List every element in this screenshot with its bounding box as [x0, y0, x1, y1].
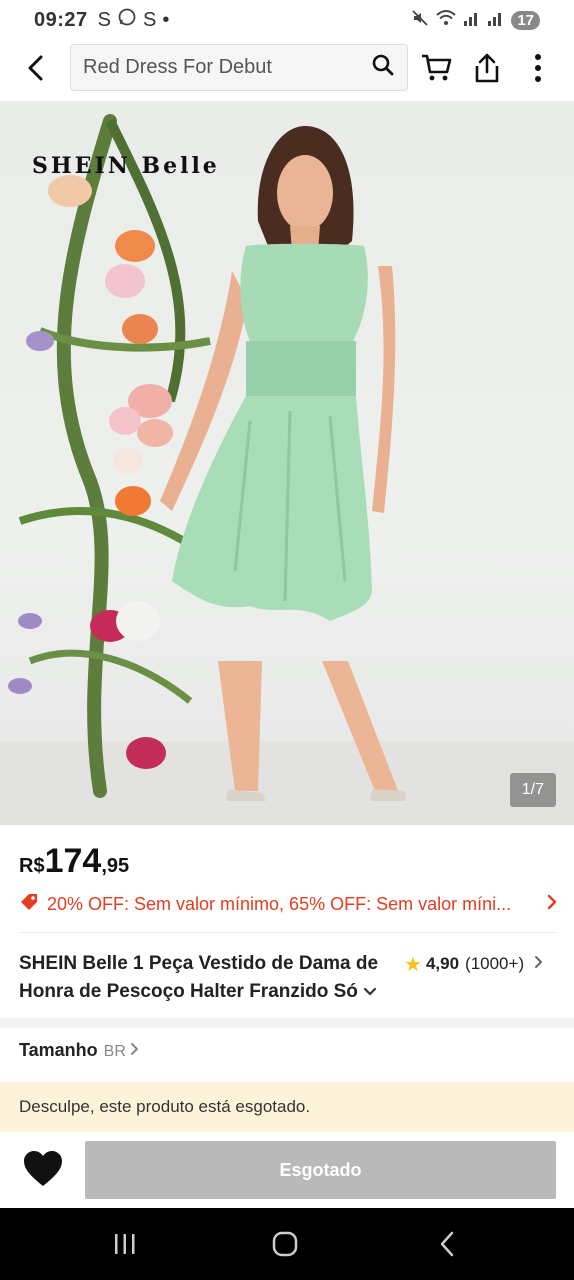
brand-logo: SHEIN Belle	[32, 153, 220, 179]
size-unit: BR	[103, 1043, 126, 1060]
recent-apps-icon	[115, 1234, 135, 1254]
battery-indicator: 17	[511, 10, 540, 30]
home-icon	[272, 1231, 298, 1257]
dot-icon: •	[162, 8, 170, 31]
status-left-icons: S S •	[98, 7, 170, 33]
promo-text: 20% OFF: Sem valor mínimo, 65% OFF: Sem …	[47, 893, 512, 914]
price-integer: 174	[44, 842, 102, 880]
cart-button[interactable]	[418, 50, 454, 86]
chevron-right-icon	[534, 954, 543, 974]
back-arrow-icon	[28, 55, 43, 81]
chevron-right-icon	[547, 894, 557, 915]
rating-count: (1000+)	[465, 954, 525, 973]
share-button[interactable]	[469, 50, 505, 86]
sold-out-notice: Desculpe, este produto está esgotado.	[0, 1082, 574, 1132]
size-selector-header[interactable]: Tamanho BR	[19, 1040, 139, 1061]
price-currency: R$	[19, 855, 45, 877]
sold-out-notice-text: Desculpe, este produto está esgotado.	[19, 1097, 311, 1116]
chevron-right-icon	[130, 1040, 139, 1061]
s-app-icon: S	[97, 8, 111, 31]
recent-apps-button[interactable]	[105, 1228, 145, 1260]
model-figure	[160, 126, 406, 801]
rating-score: 4,90	[425, 954, 460, 973]
size-label: Tamanho	[19, 1040, 98, 1060]
top-header: Red Dress For Debut	[0, 44, 574, 92]
tag-icon	[19, 892, 39, 917]
section-separator	[0, 1018, 574, 1028]
cart-icon	[422, 54, 452, 81]
status-bar: 09:27 S S • 17	[0, 0, 574, 40]
system-back-button[interactable]	[427, 1228, 467, 1260]
signal-icon	[463, 10, 481, 31]
home-button[interactable]	[265, 1228, 305, 1260]
share-icon	[475, 53, 499, 83]
product-title-line-1: SHEIN Belle 1 Peça Vestido de Dama de	[19, 953, 379, 974]
image-counter: 1/7	[509, 773, 556, 807]
back-chevron-icon	[440, 1231, 454, 1257]
s-app-icon-2: S	[143, 8, 157, 31]
wifi-icon	[435, 9, 457, 32]
divider	[19, 932, 557, 933]
heart-icon	[24, 1151, 62, 1186]
whatsapp-icon	[117, 7, 137, 33]
wishlist-button[interactable]	[22, 1150, 64, 1192]
product-title-line-2: Honra de Pescoço Halter Franzido Só	[19, 981, 358, 1002]
status-time: 09:27	[34, 8, 88, 31]
expand-title-chevron-icon[interactable]	[363, 984, 377, 1001]
back-button[interactable]	[20, 52, 52, 84]
product-rating[interactable]: ★ 4,90 (1000+)	[404, 950, 543, 978]
product-image	[0, 114, 574, 825]
more-vert-icon	[535, 54, 541, 82]
search-input[interactable]: Red Dress For Debut	[83, 56, 371, 79]
system-navigation-bar	[0, 1208, 574, 1280]
product-price: R$ 174 ,95	[19, 842, 129, 881]
product-title[interactable]: SHEIN Belle 1 Peça Vestido de Dama de Ho…	[19, 950, 399, 1007]
promo-banner[interactable]: 20% OFF: Sem valor mínimo, 65% OFF: Sem …	[19, 890, 557, 918]
more-options-button[interactable]	[520, 50, 556, 86]
status-right-icons: 17	[411, 9, 540, 32]
mute-icon	[411, 9, 429, 32]
bottom-action-bar: Esgotado	[0, 1138, 574, 1206]
search-bar[interactable]: Red Dress For Debut	[70, 44, 408, 91]
price-decimal: ,95	[101, 855, 130, 877]
sold-out-button[interactable]: Esgotado	[85, 1141, 556, 1199]
search-icon[interactable]	[371, 53, 395, 82]
product-image-carousel[interactable]: SHEIN Belle 1/7	[0, 101, 574, 825]
signal-icon-2	[487, 10, 505, 31]
star-icon: ★	[404, 953, 422, 976]
